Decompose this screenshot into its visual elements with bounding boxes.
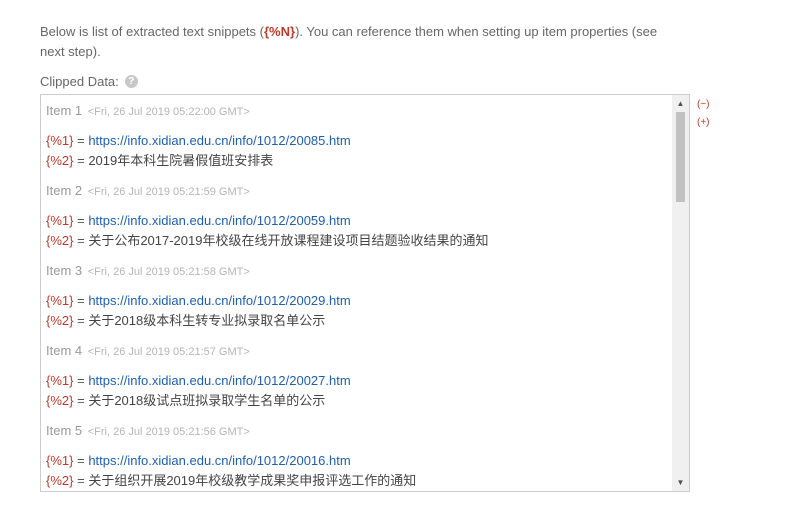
item-text: 关于2018级本科生转专业拟录取名单公示 [88, 313, 326, 328]
var-token: {%1} [46, 373, 74, 388]
item-label: Item 1 [46, 103, 83, 118]
item-var2-line: {%2} = 关于2018级本科生转专业拟录取名单公示 [46, 311, 669, 331]
var-token: {%1} [46, 293, 74, 308]
equals-sign: = [73, 153, 89, 168]
var-token: {%1} [46, 133, 74, 148]
item-header: Item 5 <Fri, 26 Jul 2019 05:21:56 GMT> [46, 421, 669, 441]
side-controls: (−) (+) [697, 96, 710, 132]
intro-text-before: Below is list of extracted text snippets… [40, 24, 264, 39]
var-token: {%1} [46, 213, 74, 228]
equals-sign: = [73, 373, 89, 388]
help-icon[interactable]: ? [124, 75, 138, 88]
clipped-item: Item 1 <Fri, 26 Jul 2019 05:22:00 GMT> {%… [46, 101, 669, 181]
item-timestamp: <Fri, 26 Jul 2019 05:21:59 GMT> [87, 186, 250, 198]
clipped-data-label-row: Clipped Data: ? [40, 74, 138, 89]
scroll-down-arrow-icon[interactable]: ▼ [672, 474, 689, 491]
var-token: {%2} [46, 473, 74, 488]
item-text: 关于2018级试点班拟录取学生名单的公示 [88, 393, 326, 408]
equals-sign: = [73, 133, 89, 148]
item-label: Item 2 [46, 183, 83, 198]
item-url[interactable]: https://info.xidian.edu.cn/info/1012/200… [88, 133, 350, 148]
item-spacer [46, 331, 669, 341]
item-header: Item 1 <Fri, 26 Jul 2019 05:22:00 GMT> [46, 101, 669, 121]
item-gap [46, 361, 669, 371]
item-url[interactable]: https://info.xidian.edu.cn/info/1012/200… [88, 213, 350, 228]
clipped-item: Item 3 <Fri, 26 Jul 2019 05:21:58 GMT> {%… [46, 261, 669, 341]
item-header: Item 3 <Fri, 26 Jul 2019 05:21:58 GMT> [46, 261, 669, 281]
var-token: {%2} [46, 313, 74, 328]
item-text: 2019年本科生院暑假值班安排表 [88, 153, 274, 168]
item-timestamp: <Fri, 26 Jul 2019 05:21:57 GMT> [87, 346, 250, 358]
item-var2-line: {%2} = 2019年本科生院暑假值班安排表 [46, 151, 669, 171]
scroll-up-arrow-icon[interactable]: ▲ [672, 95, 689, 112]
intro-text: Below is list of extracted text snippets… [40, 22, 680, 62]
item-gap [46, 441, 669, 451]
equals-sign: = [73, 393, 89, 408]
item-var2-line: {%2} = 关于2018级试点班拟录取学生名单的公示 [46, 391, 669, 411]
clipped-item: Item 4 <Fri, 26 Jul 2019 05:21:57 GMT> {%… [46, 341, 669, 421]
item-spacer [46, 171, 669, 181]
clipped-item: Item 2 <Fri, 26 Jul 2019 05:21:59 GMT> {%… [46, 181, 669, 261]
vertical-scrollbar[interactable]: ▲ ▼ [672, 95, 689, 491]
var-token: {%2} [46, 153, 74, 168]
item-var2-line: {%2} = 关于组织开展2019年校级教学成果奖申报评选工作的通知 [46, 471, 669, 491]
item-gap [46, 281, 669, 291]
var-token: {%1} [46, 453, 74, 468]
var-token: {%2} [46, 393, 74, 408]
clipped-data-label: Clipped Data: [40, 74, 119, 89]
equals-sign: = [73, 213, 89, 228]
equals-sign: = [73, 313, 89, 328]
item-text: 关于公布2017-2019年校级在线开放课程建设项目结题验收结果的通知 [88, 233, 489, 248]
item-gap [46, 201, 669, 211]
item-spacer [46, 251, 669, 261]
equals-sign: = [73, 293, 89, 308]
clipped-data-list: Item 1 <Fri, 26 Jul 2019 05:22:00 GMT> {%… [46, 101, 669, 492]
equals-sign: = [73, 233, 89, 248]
equals-sign: = [73, 453, 89, 468]
item-header: Item 2 <Fri, 26 Jul 2019 05:21:59 GMT> [46, 181, 669, 201]
equals-sign: = [73, 473, 89, 488]
item-timestamp: <Fri, 26 Jul 2019 05:22:00 GMT> [87, 106, 250, 118]
scroll-thumb[interactable] [676, 112, 685, 202]
item-var1-line: {%1} = https://info.xidian.edu.cn/info/1… [46, 451, 669, 471]
item-label: Item 4 [46, 343, 83, 358]
item-spacer [46, 491, 669, 492]
item-label: Item 3 [46, 263, 83, 278]
item-url[interactable]: https://info.xidian.edu.cn/info/1012/200… [88, 293, 350, 308]
clipped-item: Item 5 <Fri, 26 Jul 2019 05:21:56 GMT> {%… [46, 421, 669, 492]
collapse-button[interactable]: (−) [697, 96, 710, 114]
item-timestamp: <Fri, 26 Jul 2019 05:21:56 GMT> [87, 426, 250, 438]
intro-token: {%N} [263, 24, 296, 39]
item-timestamp: <Fri, 26 Jul 2019 05:21:58 GMT> [87, 266, 250, 278]
item-header: Item 4 <Fri, 26 Jul 2019 05:21:57 GMT> [46, 341, 669, 361]
item-url[interactable]: https://info.xidian.edu.cn/info/1012/200… [88, 453, 350, 468]
item-url[interactable]: https://info.xidian.edu.cn/info/1012/200… [88, 373, 350, 388]
var-token: {%2} [46, 233, 74, 248]
item-text: 关于组织开展2019年校级教学成果奖申报评选工作的通知 [88, 473, 417, 488]
item-var1-line: {%1} = https://info.xidian.edu.cn/info/1… [46, 291, 669, 311]
item-spacer [46, 411, 669, 421]
item-var1-line: {%1} = https://info.xidian.edu.cn/info/1… [46, 211, 669, 231]
item-label: Item 5 [46, 423, 83, 438]
item-var1-line: {%1} = https://info.xidian.edu.cn/info/1… [46, 371, 669, 391]
expand-button[interactable]: (+) [697, 114, 710, 132]
item-var1-line: {%1} = https://info.xidian.edu.cn/info/1… [46, 131, 669, 151]
item-gap [46, 121, 669, 131]
clipped-data-box[interactable]: Item 1 <Fri, 26 Jul 2019 05:22:00 GMT> {%… [40, 94, 690, 492]
item-var2-line: {%2} = 关于公布2017-2019年校级在线开放课程建设项目结题验收结果的… [46, 231, 669, 251]
